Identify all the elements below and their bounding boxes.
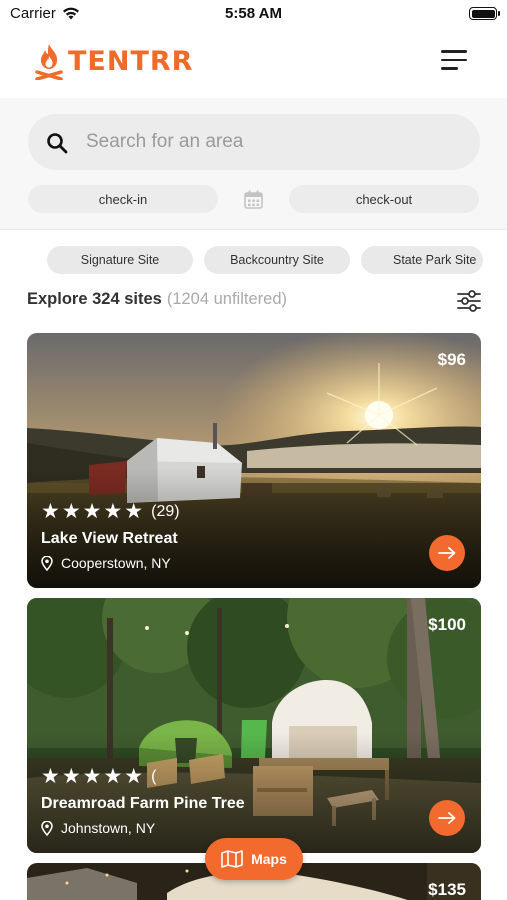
site-location: Cooperstown, NY	[41, 555, 171, 571]
arrow-right-icon	[438, 547, 456, 559]
rating: ★★★★★ (	[41, 764, 156, 789]
search-panel: Search for an area check-in check-out	[0, 98, 507, 230]
filter-sliders-icon[interactable]	[457, 290, 481, 312]
chip-state-park-site[interactable]: State Park Site	[361, 246, 483, 274]
price-label: $135	[428, 880, 466, 899]
site-type-filters: Signature Site Backcountry Site State Pa…	[0, 246, 507, 274]
site-location: Johnstown, NY	[41, 820, 155, 836]
menu-line	[441, 58, 467, 61]
star-rating-icon: ★★★★★	[41, 500, 146, 523]
chip-signature-site[interactable]: Signature Site	[47, 246, 193, 274]
results-summary: Explore 324 sites (1204 unfiltered)	[27, 290, 287, 309]
checkout-button[interactable]: check-out	[289, 185, 479, 213]
price-label: $100	[428, 615, 466, 634]
maps-label: Maps	[251, 851, 287, 867]
tentrr-logo[interactable]: TENTRR	[34, 42, 193, 80]
campfire-icon	[35, 44, 63, 80]
checkin-button[interactable]: check-in	[28, 185, 218, 213]
unfiltered-count: (1204 unfiltered)	[166, 290, 287, 308]
search-input[interactable]: Search for an area	[28, 114, 480, 170]
price-label: $96	[437, 350, 466, 369]
review-count: (29)	[151, 502, 180, 520]
site-card[interactable]: $96 ★★★★★ (29) Lake View Retreat Coopers…	[27, 333, 481, 588]
map-icon	[221, 850, 243, 868]
results-count: Explore 324 sites	[27, 290, 162, 308]
logo-text: TENTRR	[68, 45, 194, 77]
site-card[interactable]: $100 ★★★★★ ( Dreamroad Farm Pine Tree Jo…	[27, 598, 481, 853]
menu-button[interactable]	[441, 50, 467, 72]
location-text: Cooperstown, NY	[61, 555, 171, 571]
rating: ★★★★★ (29)	[41, 499, 180, 524]
status-bar: Carrier 5:58 AM	[0, 0, 507, 28]
location-pin-icon	[41, 820, 53, 836]
status-time: 5:58 AM	[225, 5, 282, 22]
star-rating-icon: ★★★★★	[41, 765, 146, 788]
menu-line	[441, 50, 467, 53]
menu-line	[441, 67, 458, 70]
review-count: (	[151, 767, 157, 785]
site-name: Lake View Retreat	[41, 530, 178, 547]
search-icon	[47, 133, 68, 154]
location-text: Johnstown, NY	[61, 820, 156, 836]
open-site-button[interactable]	[429, 800, 465, 836]
arrow-right-icon	[438, 812, 456, 824]
battery-icon	[469, 7, 500, 20]
location-pin-icon	[41, 555, 53, 571]
open-site-button[interactable]	[429, 535, 465, 571]
maps-button[interactable]: Maps	[205, 838, 303, 880]
search-placeholder: Search for an area	[86, 131, 244, 152]
site-name: Dreamroad Farm Pine Tree	[41, 795, 245, 812]
calendar-icon[interactable]	[244, 190, 263, 209]
app-header: TENTRR	[0, 28, 507, 98]
chip-backcountry-site[interactable]: Backcountry Site	[204, 246, 350, 274]
